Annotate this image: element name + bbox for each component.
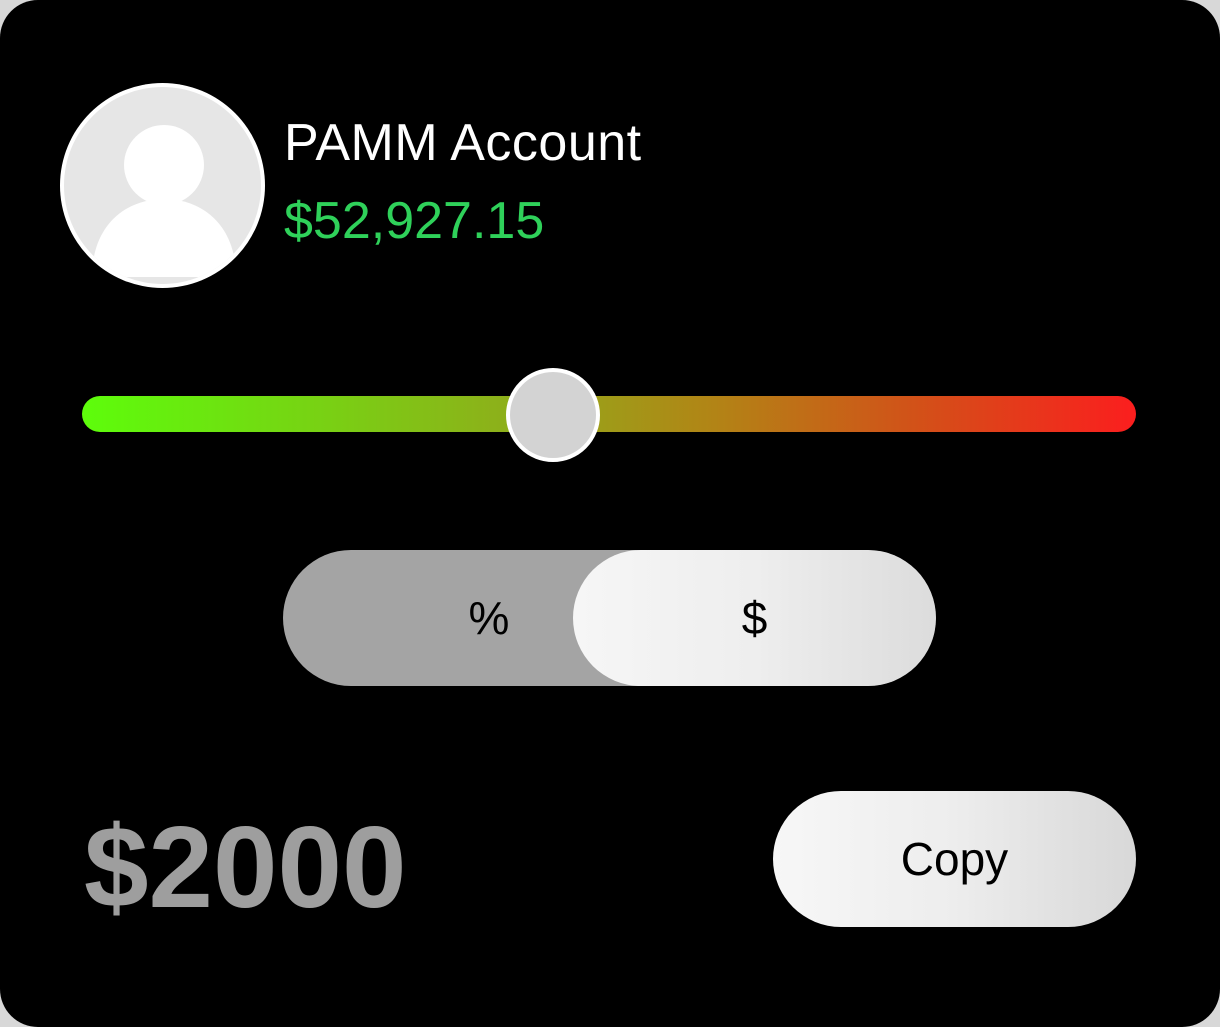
account-balance: $52,927.15 xyxy=(284,192,545,250)
copy-button[interactable]: Copy xyxy=(773,791,1136,927)
allocation-slider[interactable] xyxy=(82,368,1136,462)
unit-toggle[interactable]: % $ xyxy=(283,550,936,686)
toggle-option-dollar-label: $ xyxy=(741,592,768,644)
pamm-card: PAMM Account $52,927.15 % $ $2000 Copy xyxy=(0,0,1220,1027)
slider-thumb[interactable] xyxy=(506,368,601,462)
slider-track[interactable] xyxy=(82,396,1136,432)
account-title: PAMM Account xyxy=(284,114,642,172)
toggle-option-percent-label: % xyxy=(468,592,510,644)
amount-display: $2000 xyxy=(84,802,407,932)
copy-button-label: Copy xyxy=(900,833,1009,885)
toggle-option-dollar[interactable]: $ xyxy=(573,550,936,686)
user-placeholder-icon xyxy=(64,87,261,284)
avatar xyxy=(60,83,265,288)
